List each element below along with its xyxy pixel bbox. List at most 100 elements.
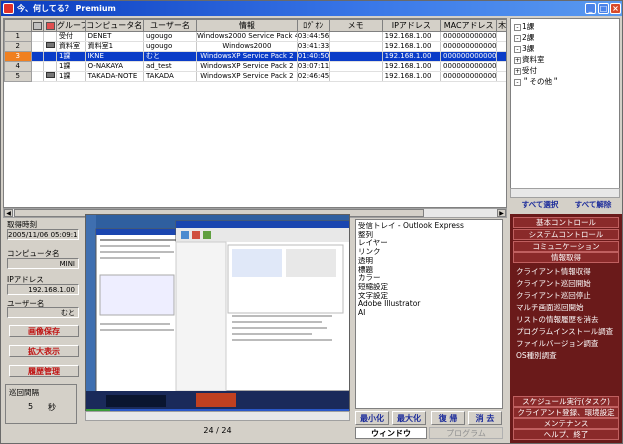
tree-horizontal-scrollbar[interactable] <box>510 188 620 198</box>
tree-line-icon[interactable]: - <box>514 45 521 53</box>
menu-header[interactable]: 基本コントロール <box>513 217 619 228</box>
screenshot-counter: 24 / 24 <box>203 426 232 435</box>
window-list-item[interactable]: Adobe Illustrator <box>358 300 500 309</box>
logon-cell: 01:40:50 <box>297 51 330 62</box>
window-list-item[interactable]: 標題 <box>358 266 500 275</box>
tab-window[interactable]: ウィンドウ <box>355 427 427 439</box>
logon-cell: 02:46:45 <box>297 71 330 82</box>
group-cell: 1課 <box>56 51 86 62</box>
restore-button[interactable]: 復 帰 <box>431 411 465 425</box>
col-header-info[interactable]: 情報 <box>196 19 298 32</box>
group-cell: 受付 <box>56 31 86 42</box>
minimize-window-icon[interactable]: _ <box>585 3 596 14</box>
enlarge-button[interactable]: 拡大表示 <box>9 345 79 357</box>
user-cell: TAKADA <box>143 71 198 82</box>
tree-item[interactable]: + 資料室 <box>514 54 616 65</box>
user-name-value: むと <box>7 307 79 318</box>
mac-cell: 000000000000 <box>440 71 498 82</box>
menu-item[interactable]: プログラムインストール調査 <box>516 326 613 337</box>
col-header-number[interactable] <box>4 19 32 32</box>
window-list-item[interactable]: レイヤー <box>358 239 500 248</box>
menu-footer-button[interactable]: クライアント登録、環境設定 <box>513 407 619 418</box>
deselect-all-button[interactable]: すべて解除 <box>567 199 619 211</box>
minimize-button[interactable]: 最小化 <box>355 411 389 425</box>
menu-header[interactable]: コミュニケーション <box>513 241 619 252</box>
menu-item[interactable]: クライアント巡回停止 <box>516 290 591 301</box>
menu-item[interactable]: ファイルバージョン調査 <box>516 338 598 349</box>
menu-item[interactable]: マルチ画面巡回開始 <box>516 302 584 313</box>
col-header-computer[interactable]: コンピュータ名 <box>84 19 144 32</box>
tree-line-icon[interactable]: - <box>514 23 521 31</box>
ip-cell: 192.168.1.00 <box>382 51 442 62</box>
select-all-button[interactable]: すべて選択 <box>516 199 564 211</box>
window-list-item[interactable]: リンク <box>358 248 500 257</box>
screenshot-scrollbar[interactable] <box>85 411 350 421</box>
menu-footer-button[interactable]: スケジュール実行(タスク) <box>513 396 619 407</box>
table-row[interactable]: 3 1課 IKNE むと WindowsXP Service Pack 2 01:40:5… <box>4 51 506 62</box>
menu-item[interactable]: OS種別調査 <box>516 350 557 361</box>
menu-footer-button[interactable]: ヘルプ、終了 <box>513 429 619 440</box>
tree-item-label: 1課 <box>522 22 535 31</box>
tree-item[interactable]: -1課 <box>514 21 616 32</box>
window-list-item[interactable]: 整列 <box>358 231 500 240</box>
close-window-button[interactable]: 消 去 <box>468 411 502 425</box>
tree-line-icon[interactable]: - <box>514 78 521 86</box>
user-cell: ad_test <box>143 61 198 72</box>
row-number: 2 <box>4 41 32 52</box>
save-image-button[interactable]: 画像保存 <box>9 325 79 337</box>
maximize-button[interactable]: 最大化 <box>392 411 426 425</box>
expand-icon[interactable]: + <box>514 56 521 64</box>
table-row[interactable]: 4 1課 O-NAKAYA ad_test WindowsXP Service Pack… <box>4 61 506 72</box>
extra-cell <box>496 51 506 62</box>
scroll-right-icon[interactable]: ▶ <box>497 209 506 217</box>
col-header-status-icon[interactable] <box>30 19 45 32</box>
client-screenshot[interactable] <box>85 214 350 419</box>
mac-cell: 000000000000 <box>440 31 498 42</box>
table-row[interactable]: 2 資料室 資料室1 ugougo Windows2000 03:41:33 192.168… <box>4 41 506 52</box>
window-list-item[interactable]: 短縮設定 <box>358 283 500 292</box>
col-header-mac[interactable]: MACアドレス <box>440 19 498 32</box>
window-list-item[interactable]: 透明 <box>358 257 500 266</box>
tree-item[interactable]: -3課 <box>514 43 616 54</box>
col-header-user[interactable]: ユーザー名 <box>142 19 198 32</box>
info-cell: Windows2000 Service Pack 4 <box>196 31 298 42</box>
menu-header[interactable]: システムコントロール <box>513 229 619 240</box>
tree-item[interactable]: - ＂その他＂ <box>514 76 616 87</box>
maximize-window-icon[interactable]: □ <box>598 3 609 14</box>
table-row[interactable]: 1 受付 DENET ugougo Windows2000 Service Pack 4… <box>4 31 506 42</box>
tree-item[interactable]: -2課 <box>514 32 616 43</box>
window-list-item[interactable]: カラー <box>358 274 500 283</box>
window-list-item[interactable]: 文字設定 <box>358 292 500 301</box>
menu-item[interactable]: クライアント巡回開始 <box>516 278 591 289</box>
app-icon <box>3 3 14 14</box>
tab-program[interactable]: プログラム <box>429 427 503 439</box>
ip-cell: 192.168.1.00 <box>382 31 442 42</box>
pc-icon <box>45 72 55 78</box>
menu-footer-button[interactable]: メンテナンス <box>513 418 619 429</box>
menu-header[interactable]: 情報取得 <box>513 252 619 263</box>
history-button[interactable]: 履歴管理 <box>9 365 79 377</box>
ip-value: 192.168.1.00 <box>7 284 79 295</box>
tree-line-icon[interactable]: - <box>514 34 521 42</box>
col-header-alert-icon[interactable] <box>43 19 57 32</box>
memo-cell <box>329 61 383 72</box>
fetch-time-value: 2005/11/06 05:09:11 <box>7 229 79 240</box>
close-window-icon[interactable]: × <box>610 3 621 14</box>
col-header-memo[interactable]: メモ <box>328 19 383 32</box>
menu-item[interactable]: クライアント情報収得 <box>516 266 591 277</box>
window-list-item[interactable]: 受信トレイ - Outlook Express <box>358 222 500 231</box>
alert-cell <box>43 71 57 82</box>
menu-item[interactable]: リストの情報履歴を消去 <box>516 314 599 325</box>
col-header-extra[interactable]: 木 <box>496 19 506 32</box>
table-row[interactable]: 5 1課 TAKADA-NOTE TAKADA WindowsXP Service Pa… <box>4 71 506 82</box>
col-header-logon[interactable]: ﾛｸﾞｵﾝ <box>296 19 330 32</box>
group-cell: 1課 <box>56 71 86 82</box>
interval-value[interactable]: 5 <box>28 402 33 411</box>
tree-item[interactable]: + 受付 <box>514 65 616 76</box>
computer-table: グループ コンピュータ名 ユーザー名 情報 ﾛｸﾞｵﾝ メモ IPアドレス MA… <box>3 18 507 208</box>
col-header-ip[interactable]: IPアドレス <box>381 19 442 32</box>
expand-icon[interactable]: + <box>514 67 521 75</box>
col-header-group[interactable]: グループ <box>55 19 86 32</box>
window-list-item[interactable]: AI <box>358 309 500 318</box>
main-window: 今、何してる？ Premium _ □ × グループ コンピュータ名 ユーザー名… <box>0 0 623 444</box>
